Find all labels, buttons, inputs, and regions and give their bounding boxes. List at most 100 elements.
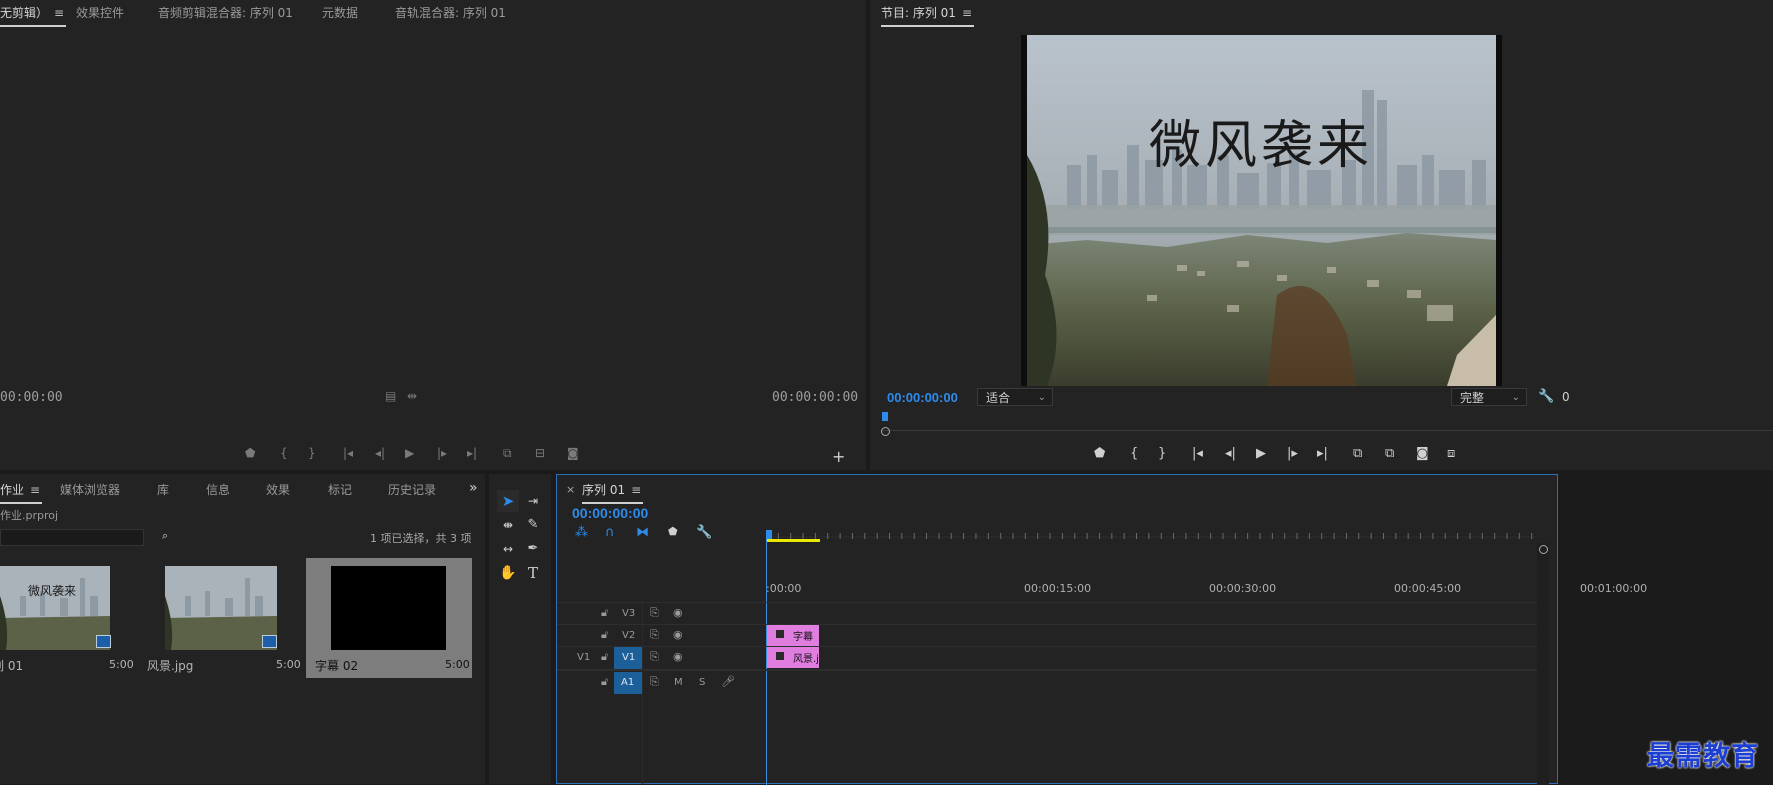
lock-icon[interactable]: 🔓︎ <box>601 650 608 664</box>
project-item-sequence[interactable]: 微风袭来 序列 01 5:00 <box>0 558 135 678</box>
image-thumbnail <box>165 566 277 650</box>
tab-effect-controls[interactable]: 效果控件 <box>76 4 124 21</box>
go-to-out-icon[interactable]: ▸| <box>1317 446 1328 461</box>
project-item-title[interactable]: 字幕 02 5:00 <box>306 558 472 678</box>
lock-icon[interactable]: 🔓︎ <box>601 675 608 689</box>
sync-lock-icon[interactable]: ⎘ <box>650 606 659 620</box>
step-forward-icon[interactable]: |▸ <box>1287 446 1298 461</box>
pen-tool-icon[interactable]: ✒ <box>522 538 544 560</box>
insert-icon[interactable]: ⧉ <box>503 446 512 461</box>
playback-resolution-select[interactable]: 完整 ⌄ <box>1451 388 1527 406</box>
button-editor-plus-icon[interactable]: + <box>832 447 845 466</box>
go-to-in-icon[interactable]: |◂ <box>1192 446 1203 461</box>
type-tool-icon[interactable]: T <box>522 562 544 584</box>
settings-icon[interactable]: ▤ <box>385 389 396 403</box>
eye-icon[interactable]: ◉ <box>673 628 683 641</box>
snap-icon[interactable]: ∩ <box>605 525 615 540</box>
microphone-icon[interactable]: 🎤︎ <box>721 675 735 688</box>
lock-icon[interactable]: 🔓︎ <box>601 628 608 642</box>
hand-tool-icon[interactable]: ✋ <box>497 562 519 584</box>
project-panel: 作业 ≡ 媒体浏览器 库 信息 效果 标记 历史记录 » 作业.prproj ⌕ … <box>0 474 485 784</box>
timeline-tab[interactable]: 序列 01 ≡ <box>582 481 644 504</box>
track-target-v1[interactable]: V1 <box>614 647 642 669</box>
timeline-panel: × 序列 01 ≡ 00:00:00:00 ⁂ ∩ ⧓ ⬟ 🔧 🔓︎ V3 ⎘ ◉… <box>556 474 1558 785</box>
clip-title[interactable]: 字幕 <box>767 625 819 646</box>
panel-menu-icon[interactable]: ≡ <box>962 6 972 20</box>
sync-lock-icon[interactable]: ⎘ <box>650 675 659 689</box>
more-panels-icon[interactable]: » <box>469 480 478 496</box>
add-marker-icon[interactable]: ⬟ <box>668 525 678 538</box>
time-ruler[interactable] <box>766 503 1537 543</box>
tab-audio-track-mixer[interactable]: 音轨混合器: 序列 01 <box>395 4 506 21</box>
tab-libraries[interactable]: 库 <box>157 481 169 498</box>
sequence-thumbnail <box>0 566 110 650</box>
timeline-timecode[interactable]: 00:00:00:00 <box>572 505 648 521</box>
nest-sequence-icon[interactable]: ⁂ <box>575 525 588 540</box>
lift-icon[interactable]: ⧉ <box>1353 446 1362 461</box>
work-area-bar[interactable] <box>766 539 820 542</box>
tab-media-browser[interactable]: 媒体浏览器 <box>60 481 120 498</box>
scroll-handle[interactable] <box>1539 545 1548 554</box>
mark-out-icon[interactable]: } <box>1158 446 1166 461</box>
mark-in-icon[interactable]: { <box>1130 446 1138 461</box>
eye-icon[interactable]: ◉ <box>673 606 683 619</box>
extract-icon[interactable]: ⧉ <box>1385 446 1394 461</box>
tab-audio-clip-mixer[interactable]: 音频剪辑混合器: 序列 01 <box>158 4 293 21</box>
tab-markers[interactable]: 标记 <box>328 481 352 498</box>
play-icon[interactable]: ▶ <box>1256 446 1266 461</box>
track-label-v3[interactable]: V3 <box>622 608 635 619</box>
program-timecode[interactable]: 00:00:00:00 <box>887 390 958 405</box>
find-icon[interactable]: ⌕ <box>162 529 168 543</box>
comparison-view-icon[interactable]: ⧈ <box>1447 446 1455 461</box>
selection-tool-icon[interactable]: ➤ <box>497 490 519 512</box>
source-current-timecode[interactable]: 00:00:00 <box>0 390 63 405</box>
slip-tool-icon[interactable]: ↔ <box>497 538 519 560</box>
panel-menu-icon[interactable]: ≡ <box>30 483 40 497</box>
vertical-scrollbar[interactable] <box>1537 543 1549 785</box>
razor-tool-icon[interactable]: ✎ <box>522 514 544 536</box>
step-forward-icon[interactable]: |▸ <box>437 446 447 460</box>
fit-select[interactable]: 适合 ⌄ <box>977 388 1053 406</box>
tab-history[interactable]: 历史记录 <box>388 481 436 498</box>
tab-source-no-clip[interactable]: （无剪辑）≡ <box>0 4 67 27</box>
ripple-edit-tool-icon[interactable]: ⇼ <box>497 514 519 536</box>
track-select-tool-icon[interactable]: ⇥ <box>522 490 544 512</box>
program-time-ruler[interactable] <box>881 412 1773 436</box>
add-marker-icon[interactable]: ⬟ <box>1094 446 1105 461</box>
eye-icon[interactable]: ◉ <box>673 650 683 663</box>
linked-selection-icon[interactable]: ⧓ <box>636 525 649 540</box>
mark-out-icon[interactable]: } <box>308 446 316 460</box>
sync-lock-icon[interactable]: ⎘ <box>650 628 659 642</box>
play-icon[interactable]: ▶ <box>405 446 414 460</box>
track-label-v2[interactable]: V2 <box>622 630 635 641</box>
lock-icon[interactable]: 🔓︎ <box>601 606 608 620</box>
solo-button[interactable]: S <box>699 677 705 688</box>
source-patch-v1[interactable]: V1 <box>577 652 590 663</box>
export-frame-icon[interactable]: ◙ <box>1416 446 1429 461</box>
tab-project[interactable]: 作业 ≡ <box>0 481 43 504</box>
step-back-icon[interactable]: ◂| <box>1225 446 1236 461</box>
project-item-image[interactable]: 风景.jpg 5:00 <box>143 558 303 678</box>
add-marker-icon[interactable]: ⬟ <box>245 446 255 460</box>
project-search-input[interactable] <box>0 529 144 546</box>
timeline-settings-icon[interactable]: 🔧 <box>696 525 712 540</box>
track-target-a1[interactable]: A1 <box>614 672 642 694</box>
go-to-out-icon[interactable]: ▸| <box>467 446 477 460</box>
close-icon[interactable]: × <box>566 483 575 496</box>
panel-menu-icon[interactable]: ≡ <box>631 483 641 497</box>
mute-button[interactable]: M <box>674 677 683 688</box>
sync-lock-icon[interactable]: ⎘ <box>650 650 659 664</box>
step-back-icon[interactable]: ◂| <box>375 446 385 460</box>
tab-metadata[interactable]: 元数据 <box>322 4 358 21</box>
mark-in-icon[interactable]: { <box>280 446 288 460</box>
export-frame-icon[interactable]: ◙ <box>567 446 579 460</box>
panel-menu-icon[interactable]: ≡ <box>54 6 64 20</box>
overwrite-icon[interactable]: ⊟ <box>535 446 545 460</box>
drag-video-icon[interactable]: ⇹ <box>407 389 417 403</box>
tab-effects[interactable]: 效果 <box>266 481 290 498</box>
clip-image[interactable]: 风景.j <box>767 647 819 668</box>
program-title[interactable]: 节目: 序列 01 ≡ <box>881 4 975 27</box>
tab-info[interactable]: 信息 <box>206 481 230 498</box>
wrench-icon[interactable]: 🔧 <box>1538 389 1554 404</box>
go-to-in-icon[interactable]: |◂ <box>343 446 353 460</box>
